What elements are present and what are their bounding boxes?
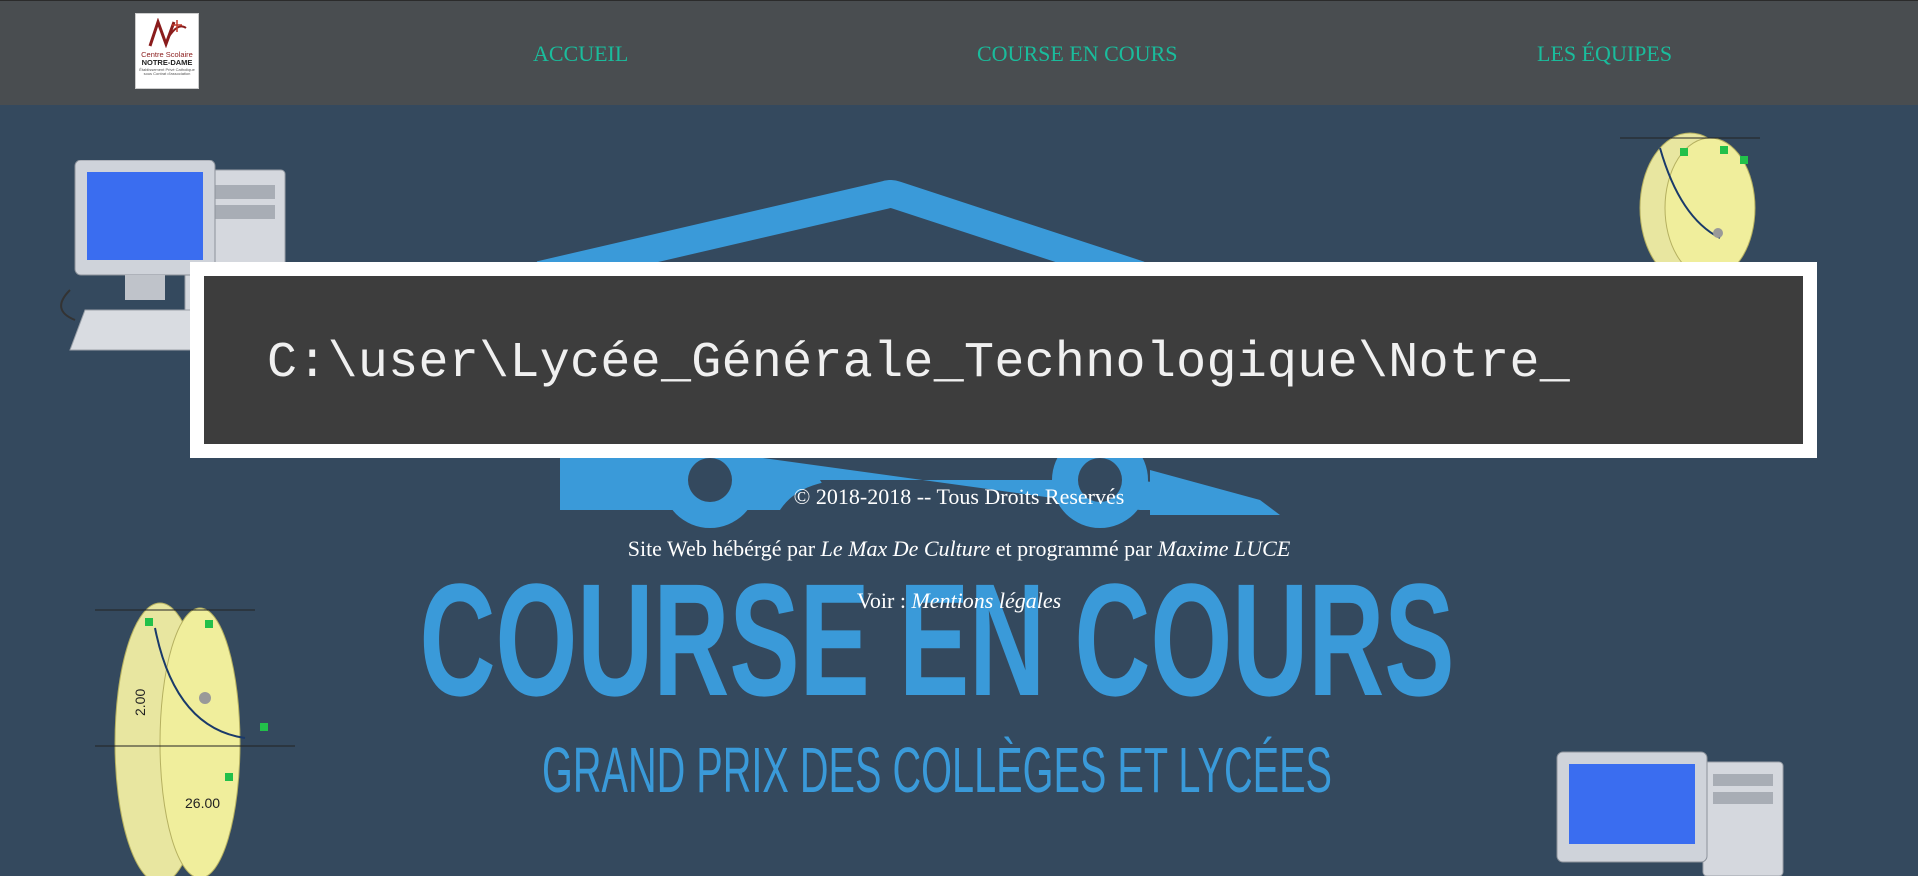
svg-text:26.00: 26.00 — [185, 795, 220, 811]
footer-hosted-prefix: Site Web hébérgé par — [627, 536, 821, 561]
footer-legal: Voir : Mentions légales — [0, 588, 1918, 614]
desktop-computer-icon — [1556, 751, 1784, 876]
background-title: COURSE EN COURS — [420, 550, 1455, 729]
cad-wheel-drawing-icon: 2.00 26.00 — [95, 602, 295, 876]
terminal-screen: C:\user\Lycée_Générale_Technologique\Not… — [204, 276, 1803, 444]
footer-copyright: © 2018-2018 -- Tous Droits Reservés — [793, 484, 1125, 509]
footer-host-name: Le Max De Culture — [820, 536, 991, 561]
footer-author-name: Maxime LUCE — [1157, 536, 1291, 561]
nav-link-course-en-cours[interactable]: COURSE EN COURS — [977, 41, 1177, 67]
footer-credits: Site Web hébérgé par Le Max De Culture e… — [0, 536, 1918, 562]
top-navbar: Centre Scolaire NOTRE-DAME Établissement… — [0, 0, 1918, 105]
logo-text-line2: NOTRE-DAME — [141, 57, 193, 67]
footer-voir-prefix: Voir : — [856, 588, 912, 613]
background-subtitle: GRAND PRIX DES COLLÈGES ET LYCÉES — [542, 734, 1332, 806]
nav-link-les-equipes[interactable]: LES ÉQUIPES — [1537, 41, 1672, 67]
terminal-path-text: C:\user\Lycée_Générale_Technologique\Not… — [267, 335, 1571, 392]
legal-notice-link[interactable]: Mentions légales — [911, 588, 1061, 613]
logo-text-line3: Établissement Privé Catholique sous Cont… — [139, 67, 195, 76]
nav-link-accueil[interactable]: ACCUEIL — [533, 41, 628, 67]
cad-wheel-drawing-icon — [1620, 132, 1760, 268]
svg-text:2.00: 2.00 — [132, 689, 148, 716]
school-logo[interactable]: Centre Scolaire NOTRE-DAME Établissement… — [135, 13, 199, 89]
footer-programmed-text: et programmé par — [990, 536, 1158, 561]
terminal-banner: C:\user\Lycée_Générale_Technologique\Not… — [190, 262, 1817, 458]
notre-dame-logo-icon — [148, 18, 187, 48]
